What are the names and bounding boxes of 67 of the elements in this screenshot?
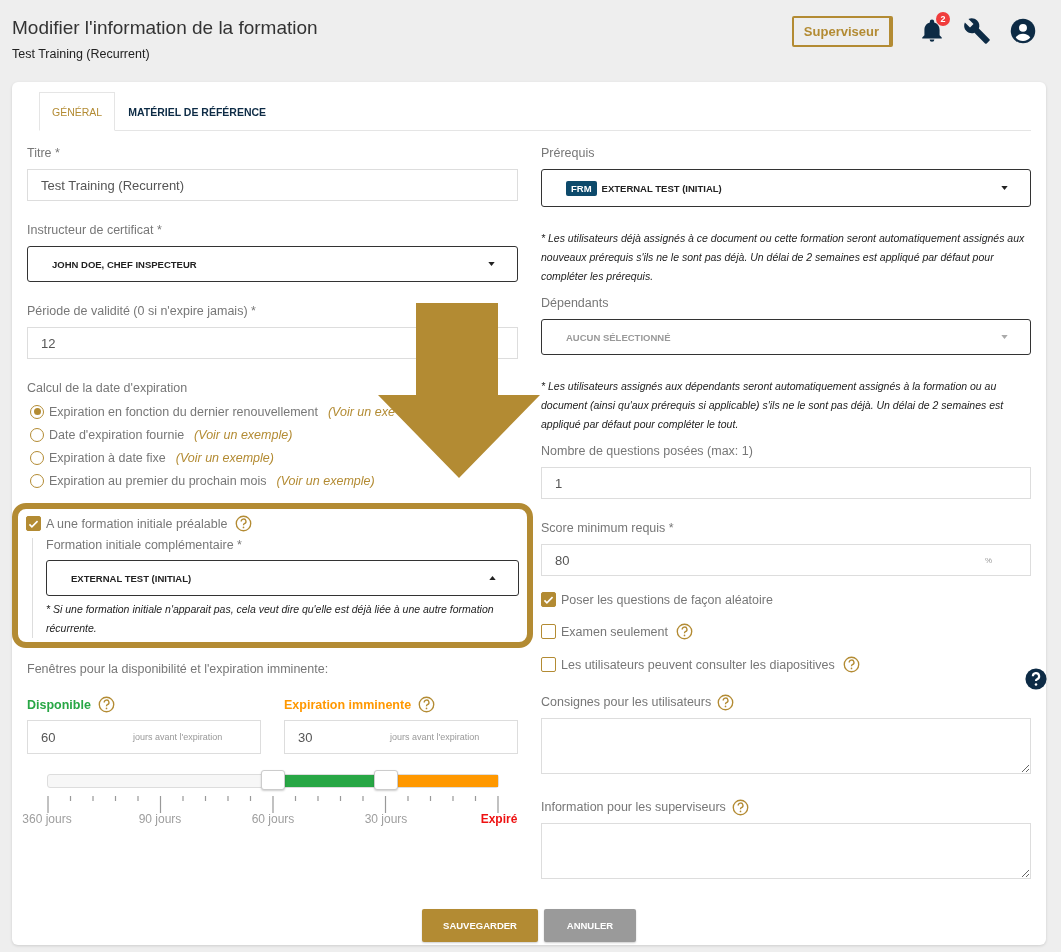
initial-training-select[interactable]: EXTERNAL TEST (INITIAL) — [46, 560, 519, 596]
tick-label: 60 jours — [251, 812, 295, 826]
days-field[interactable]: 60 jours avant l'expiration — [27, 720, 261, 754]
checkbox[interactable] — [541, 624, 556, 639]
help-note: * Les utilisateurs déjà assignés à ce document ou cette formation seront automatiquement assignés aux nouveaux prérequis s'ils ne le sont pas déjà. Un délai de 2 semaines est appliqué par défaut pour compléter les prérequis. — [541, 231, 1026, 284]
instructions-field[interactable] — [541, 718, 1031, 774]
field-label: Score minimum requis * — [541, 521, 675, 535]
help-icon[interactable] — [235, 515, 253, 532]
checkbox-label: Les utilisateurs peuvent consulter les diapositives — [561, 657, 835, 672]
account-icon[interactable] — [1009, 17, 1037, 45]
help-button[interactable] — [1025, 668, 1047, 690]
caret-icon — [1001, 186, 1008, 190]
notification-badge: 2 — [936, 12, 950, 26]
checkbox-label: Examen seulement — [561, 624, 668, 639]
checkbox-label: Poser les questions de façon aléatoire — [561, 592, 773, 607]
checkbox-label: A une formation initiale préalable — [46, 516, 228, 531]
field-label: Dépendants — [541, 296, 610, 310]
checkbox[interactable] — [541, 592, 556, 607]
radio-label: Date d'expiration fournie — [49, 427, 185, 442]
field-label: Information pour les superviseurs — [541, 800, 726, 814]
caret-icon — [488, 262, 495, 266]
field-label: Nombre de questions posées (max: 1) — [541, 444, 754, 458]
tick-label: 90 jours — [138, 812, 182, 826]
caret-icon — [1001, 335, 1008, 339]
radio-label: Expiration à date fixe — [49, 450, 166, 465]
caret-icon — [489, 576, 496, 580]
prerequisites-select[interactable]: FRM EXTERNAL TEST (INITIAL) — [541, 169, 1031, 207]
score-field[interactable]: 80 % — [541, 544, 1031, 576]
checkbox[interactable] — [541, 657, 556, 672]
tab[interactable]: MATÉRIEL DE RÉFÉRENCE — [115, 92, 280, 131]
window-label: Expiration imminente — [284, 697, 412, 712]
help-icon[interactable] — [418, 696, 436, 713]
field-label: Période de validité (0 si n'expire jamais) * — [27, 304, 257, 318]
help-note: * Si une formation initiale n'apparait pas, cela veut dire qu'elle est déjà liée à une autre formation récurrente. — [46, 602, 495, 636]
field-label: Calcul de la date d'expiration — [27, 381, 189, 395]
field-label: Titre * — [27, 146, 61, 160]
instructor-select[interactable]: JOHN DOE, CHEF INSPECTEUR — [27, 246, 518, 282]
radio-label: Expiration en fonction du dernier renouvellement — [49, 404, 318, 419]
days-field[interactable]: 30 jours avant l'expiration — [284, 720, 518, 754]
slider-handle[interactable] — [261, 770, 285, 790]
radio-label: Expiration au premier du prochain mois — [49, 473, 267, 488]
type-tag: FRM — [566, 180, 597, 196]
checkbox[interactable] — [26, 516, 41, 531]
section-label: Fenêtres pour la disponibilité et l'expiration imminente: — [27, 662, 330, 676]
title-field[interactable]: Test Training (Recurrent) — [27, 169, 518, 201]
field-label: Prérequis — [541, 146, 596, 160]
help-icon[interactable] — [717, 694, 735, 711]
window-label: Disponible — [27, 697, 91, 712]
help-note: * Les utilisateurs assignés aux dépendants seront automatiquement assignés à la formation ou au document (ainsi qu'aux prérequis si applicable) s'ils ne le sont pas déjà. Un délai de 2 semaines est appliqué par défaut pour compléter le tout. — [541, 379, 1005, 432]
slider-handle[interactable] — [373, 770, 398, 790]
questions-field[interactable]: 1 — [541, 467, 1031, 499]
field-label: Consignes pour les utilisateurs — [541, 695, 712, 709]
help-icon[interactable] — [731, 799, 749, 816]
tick-label: 360 jours — [22, 812, 72, 826]
tick-label: Expiré — [480, 812, 518, 826]
tick-label: 30 jours — [364, 812, 408, 826]
bell-icon[interactable] — [919, 18, 945, 44]
page-title: Modifier l'information de la formation — [12, 17, 318, 39]
field-label: Instructeur de certificat * — [27, 223, 163, 237]
help-icon[interactable] — [676, 623, 693, 640]
supervisor-info-field[interactable] — [541, 823, 1031, 879]
page-subtitle: Test Training (Recurrent) — [12, 47, 151, 61]
wrench-icon[interactable] — [963, 17, 991, 45]
selected-value: EXTERNAL TEST (INITIAL) — [601, 182, 722, 194]
field-label: Formation initiale complémentaire * — [46, 538, 243, 552]
help-icon[interactable] — [97, 696, 115, 713]
help-icon[interactable] — [842, 656, 860, 673]
